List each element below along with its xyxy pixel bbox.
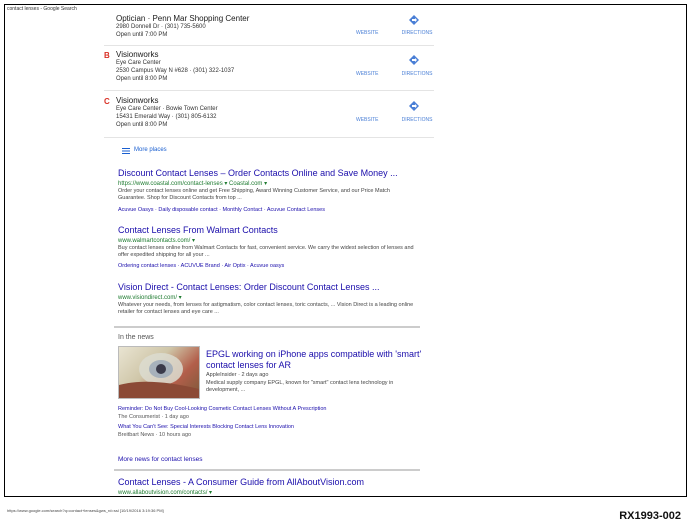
result-snippet: Buy contact lenses online from Walmart C… (118, 245, 414, 258)
result-url[interactable]: https://www.coastal.com/contact-lenses ▾… (118, 180, 267, 187)
local-result-address: 15431 Emerald Way · (301) 805-6132 (116, 114, 217, 120)
result-url[interactable]: www.walmartcontacts.com/ ▾ (118, 237, 195, 244)
news-title-link-cont[interactable]: contact lenses for AR (206, 360, 291, 370)
result-title-link[interactable]: Vision Direct - Contact Lenses: Order Di… (118, 282, 379, 292)
news-snippet: Medical supply company EPGL, known for "… (206, 380, 394, 393)
local-result-category: Eye Care Center (116, 60, 161, 66)
news-section-header: In the news (118, 334, 154, 341)
result-url[interactable]: www.allaboutvision.com/contacts/ ▾ (118, 489, 212, 496)
local-result-hours: Open until 7:00 PM (116, 32, 168, 38)
news-source: AppleInsider · 2 days ago (206, 372, 269, 378)
map-marker-letter: C (104, 97, 110, 106)
exhibit-label: RX1993-002 (619, 510, 681, 522)
local-result-name[interactable]: Visionworks (116, 50, 159, 59)
website-button[interactable]: WEBSITE (356, 30, 379, 36)
more-places-link[interactable]: More places (134, 147, 167, 153)
result-sitelinks[interactable]: Acuvue Oasys · Daily disposable contact … (118, 207, 325, 213)
news-image-icon (119, 353, 199, 398)
local-result-category: Eye Care Center · Bowie Town Center (116, 106, 218, 112)
local-result-hours: Open until 8:00 PM (116, 76, 168, 82)
directions-button[interactable]: DIRECTIONS (396, 71, 438, 77)
local-result-name[interactable]: Visionworks (116, 96, 159, 105)
news-item-source: Breitbart News · 10 hours ago (118, 432, 192, 438)
print-footer-url: https://www.google.com/search?q=contact+… (7, 508, 164, 513)
local-result-address: 2980 Donnell Dr · (301) 735-5600 (116, 24, 206, 30)
more-news-link[interactable]: More news for contact lenses (118, 456, 203, 463)
result-title-link[interactable]: Discount Contact Lenses – Order Contacts… (118, 168, 398, 178)
local-result-name[interactable]: Optician · Penn Mar Shopping Center (116, 14, 249, 23)
news-title-link[interactable]: EPGL working on iPhone apps compatible w… (206, 349, 421, 359)
separator (104, 45, 434, 46)
directions-icon[interactable] (409, 101, 419, 111)
map-marker-letter: B (104, 51, 110, 60)
section-divider (114, 326, 420, 328)
website-button[interactable]: WEBSITE (356, 71, 379, 77)
result-title-link[interactable]: Contact Lenses From Walmart Contacts (118, 225, 278, 235)
directions-button[interactable]: DIRECTIONS (396, 30, 438, 36)
local-result-c[interactable]: C Visionworks Eye Care Center · Bowie To… (104, 96, 434, 139)
result-snippet: Whatever your needs, from lenses for ast… (118, 302, 414, 315)
news-item-source: The Consumerist · 1 day ago (118, 414, 189, 420)
list-icon[interactable] (122, 148, 130, 154)
news-thumbnail[interactable] (118, 346, 200, 399)
result-title-link[interactable]: Contact Lenses - A Consumer Guide from A… (118, 477, 364, 487)
website-button[interactable]: WEBSITE (356, 117, 379, 123)
local-result-b[interactable]: B Visionworks Eye Care Center 2530 Campu… (104, 50, 434, 93)
local-result-hours: Open until 8:00 PM (116, 122, 168, 128)
result-url[interactable]: www.visiondirect.com/ ▾ (118, 294, 182, 301)
separator (104, 90, 434, 91)
page-header-title: contact lenses - Google Search (7, 6, 77, 12)
result-snippet: Order your contact lenses online and get… (118, 188, 390, 201)
separator (104, 137, 434, 138)
result-sitelinks[interactable]: Ordering contact lenses · ACUVUE Brand ·… (118, 263, 284, 269)
local-result-address: 2530 Campus Way N #628 · (301) 322-1037 (116, 68, 235, 74)
news-item-link[interactable]: What You Can't See: Special Interests Bl… (118, 424, 294, 430)
directions-button[interactable]: DIRECTIONS (396, 117, 438, 123)
news-item-link[interactable]: Reminder: Do Not Buy Cool-Looking Cosmet… (118, 406, 326, 412)
directions-icon[interactable] (409, 15, 419, 25)
directions-icon[interactable] (409, 55, 419, 65)
section-divider (114, 469, 420, 471)
